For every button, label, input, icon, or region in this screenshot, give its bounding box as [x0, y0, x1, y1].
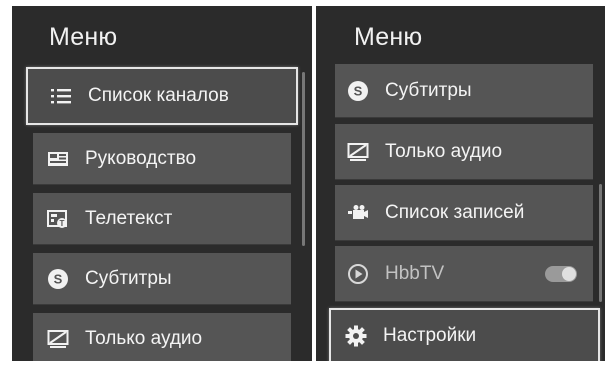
menu-item-audio-only[interactable]: Только аудио — [33, 313, 291, 361]
menu-item-label: Список записей — [385, 201, 525, 223]
menu-title: Меню — [354, 23, 423, 51]
recordings-icon — [347, 202, 369, 224]
left-menu-panel: Меню Список каналов Руководство T Телете… — [12, 6, 312, 361]
toggle-knob — [562, 266, 576, 281]
menu-item-label: Субтитры — [85, 267, 172, 289]
svg-text:S: S — [354, 83, 363, 98]
audio-only-icon — [47, 328, 69, 350]
menu-item-label: Субтитры — [385, 79, 472, 101]
menu-item-recordings[interactable]: Список записей — [335, 185, 593, 241]
menu-item-subtitles[interactable]: S Субтитры — [33, 253, 291, 305]
menu-item-teletext[interactable]: T Телетекст — [33, 193, 291, 245]
menu-item-guide[interactable]: Руководство — [33, 133, 291, 185]
scrollbar[interactable] — [302, 72, 305, 246]
menu-item-label: Только аудио — [85, 327, 203, 349]
menu-item-label: Руководство — [85, 147, 197, 169]
menu-item-hbbtv[interactable]: HbbTV — [335, 246, 593, 302]
menu-item-label: Список каналов — [88, 84, 229, 106]
svg-text:T: T — [60, 219, 65, 228]
hbbtv-toggle[interactable] — [545, 265, 577, 282]
menu-item-subtitles[interactable]: S Субтитры — [335, 64, 593, 118]
guide-icon — [47, 148, 69, 170]
menu-item-label: Телетекст — [85, 207, 173, 229]
list-icon — [50, 85, 72, 107]
menu-item-audio-only[interactable]: Только аудио — [335, 124, 593, 180]
menu-item-settings[interactable]: Настройки — [329, 308, 600, 361]
scrollbar[interactable] — [599, 184, 602, 302]
menu-item-channel-list[interactable]: Список каналов — [26, 67, 298, 125]
teletext-icon: T — [47, 208, 69, 230]
svg-text:S: S — [54, 271, 63, 286]
subtitles-icon: S — [347, 80, 369, 102]
menu-item-label: Только аудио — [385, 140, 503, 162]
right-menu-panel: Меню S Субтитры Только аудио Список запи… — [316, 6, 605, 361]
menu-item-label: Настройки — [383, 324, 477, 346]
hbbtv-icon — [347, 263, 369, 285]
audio-only-icon — [347, 141, 369, 163]
menu-item-label: HbbTV — [385, 262, 445, 284]
menu-title: Меню — [49, 23, 118, 51]
subtitles-icon: S — [47, 268, 69, 290]
settings-icon — [345, 325, 367, 347]
